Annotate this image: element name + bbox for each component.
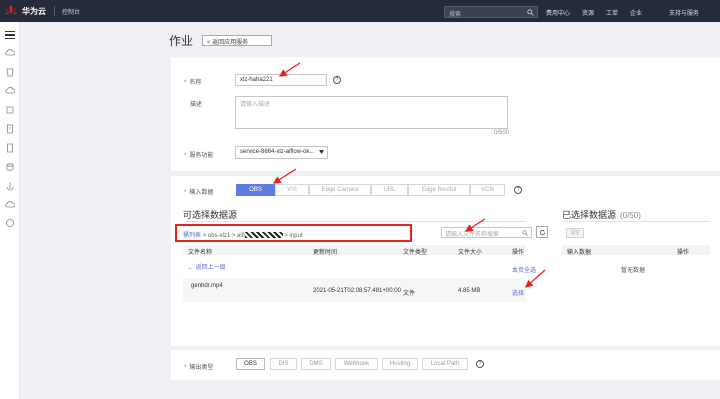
anchor-icon[interactable] [5,181,15,191]
clear-button[interactable]: 清空 [566,228,584,238]
output-option-local-path[interactable]: Local Path [422,358,468,370]
global-search-input[interactable]: 搜索 [444,6,538,18]
menu-icon[interactable] [5,31,15,40]
search-placeholder: 搜索 [449,12,462,18]
file-updated: 2021-05-21T02:08:57.481+00:00 [313,288,401,294]
storage-icon[interactable] [5,162,15,172]
nav-support[interactable]: 支持与服务 [669,8,699,17]
file-type: 文件 [403,291,416,297]
select-all-link[interactable]: 本页全选 [512,265,536,274]
output-option-dis[interactable]: DIS [270,358,297,370]
cloud-icon[interactable] [5,48,15,58]
divider [562,221,710,222]
output-option-dms[interactable]: DMS [301,358,331,370]
col-action: 操作 [512,250,525,256]
left-sidebar [0,22,20,399]
nav-tickets[interactable]: 工单 [606,8,618,17]
file-table-header: 文件名称 更新时间 文件类型 文件大小 操作 [183,245,526,256]
name-label: * 名称 [184,80,202,86]
huawei-logo-icon[interactable] [4,3,18,19]
input-option-vcn[interactable]: VCN [470,184,505,196]
input-data-label: * 输入数据 [184,190,214,196]
service-label: * 服务功能 [184,153,214,159]
selected-table-header: 输入数据 操作 [562,245,710,256]
back-up-link[interactable]: ← 返回上一级 [188,262,226,271]
selected-count: (0/50) [620,211,641,220]
console-link[interactable]: 控制台 [62,7,80,16]
file-icon[interactable] [5,143,15,153]
breadcrumb-highlight: 桶列表 > obs-xlz1 > aifl > input [175,224,412,242]
data-source-card [171,176,720,346]
selected-sources-title: 已选择数据源 (0/50) [562,208,641,221]
bucket-icon[interactable] [5,67,15,77]
refresh-icon [539,229,546,236]
description-counter: 0/500 [494,130,510,136]
top-bar: 华为云 控制台 搜索 费用中心 资源 工单 企业 支持与服务 [0,0,720,22]
breadcrumb: 桶列表 > obs-xlz1 > aifl > input [183,230,303,239]
back-to-service-button[interactable]: < 返回应用服务 [202,35,272,46]
col-type: 文件类型 [403,250,428,256]
description-placeholder: 请输入描述 [240,102,271,108]
file-size: 4.85 MB [458,288,481,294]
redacted-mask [244,232,283,239]
output-type-label: * 输出类型 [184,365,214,371]
nav-enterprise[interactable]: 企业 [630,8,642,17]
search-icon[interactable] [527,9,534,16]
input-option-vis[interactable]: VIS [275,184,309,196]
server-icon[interactable] [5,105,15,115]
file-name: genhdr.mp4 [191,283,223,289]
selected-title-text: 已选择数据源 [562,210,617,220]
search-icon[interactable] [522,230,528,236]
empty-state: 暂无数据 [621,268,646,274]
output-option-hosting[interactable]: Hosting [382,358,418,370]
nav-resources[interactable]: 资源 [582,8,594,17]
name-help-icon[interactable]: ? [333,76,341,84]
description-textarea[interactable]: 请输入描述 [235,96,508,129]
input-help-icon[interactable]: ? [514,186,522,194]
file-search-input[interactable]: 请输入文件名称搜索 [441,227,532,238]
input-option-edge-camera[interactable]: Edge Camera [309,184,371,196]
output-option-obs[interactable]: OBS [236,358,265,370]
brand-name[interactable]: 华为云 [22,6,46,17]
chevron-down-icon [319,150,324,154]
output-help-icon[interactable]: ? [476,360,484,368]
input-option-url[interactable]: URL [371,184,408,196]
help-circle-icon[interactable] [5,218,15,228]
col-operation: 操作 [677,250,690,256]
col-updated: 更新时间 [313,250,338,256]
table-row[interactable]: genhdr.mp4 2021-05-21T02:08:57.481+00:00… [183,278,526,302]
cloud-sync-icon[interactable] [5,200,15,210]
nav-billing[interactable]: 费用中心 [546,8,570,17]
output-option-webhook[interactable]: Webhook [335,358,378,370]
available-sources-title: 可选择数据源 [183,210,238,220]
file-search-placeholder: 请输入文件名称搜索 [445,232,500,238]
col-size: 文件大小 [458,250,483,256]
service-select-value: service-8664-xlz-aiflow-ok... [240,149,315,155]
divider [183,221,526,222]
document-icon[interactable] [5,124,15,134]
col-input-data: 输入数据 [567,250,592,256]
description-label: 描述 [190,102,203,108]
input-option-obs[interactable]: OBS [236,184,275,196]
input-option-edge-restful[interactable]: Edge Restful [408,184,470,196]
page-title: 作业 [169,34,194,48]
refresh-button[interactable] [536,226,548,238]
col-filename: 文件名称 [188,250,213,256]
select-file-link[interactable]: 选择 [512,288,524,297]
service-select[interactable]: service-8664-xlz-aiflow-ok... [235,146,328,159]
breadcrumb-current: > input [284,233,303,239]
breadcrumb-path[interactable]: > obs-xlz1 > aifl [203,233,245,239]
name-input[interactable]: xlz-haha221 [235,74,327,86]
breadcrumb-bucket-list[interactable]: 桶列表 [183,233,201,239]
cloud-service-icon[interactable] [5,86,15,96]
divider [54,6,55,16]
